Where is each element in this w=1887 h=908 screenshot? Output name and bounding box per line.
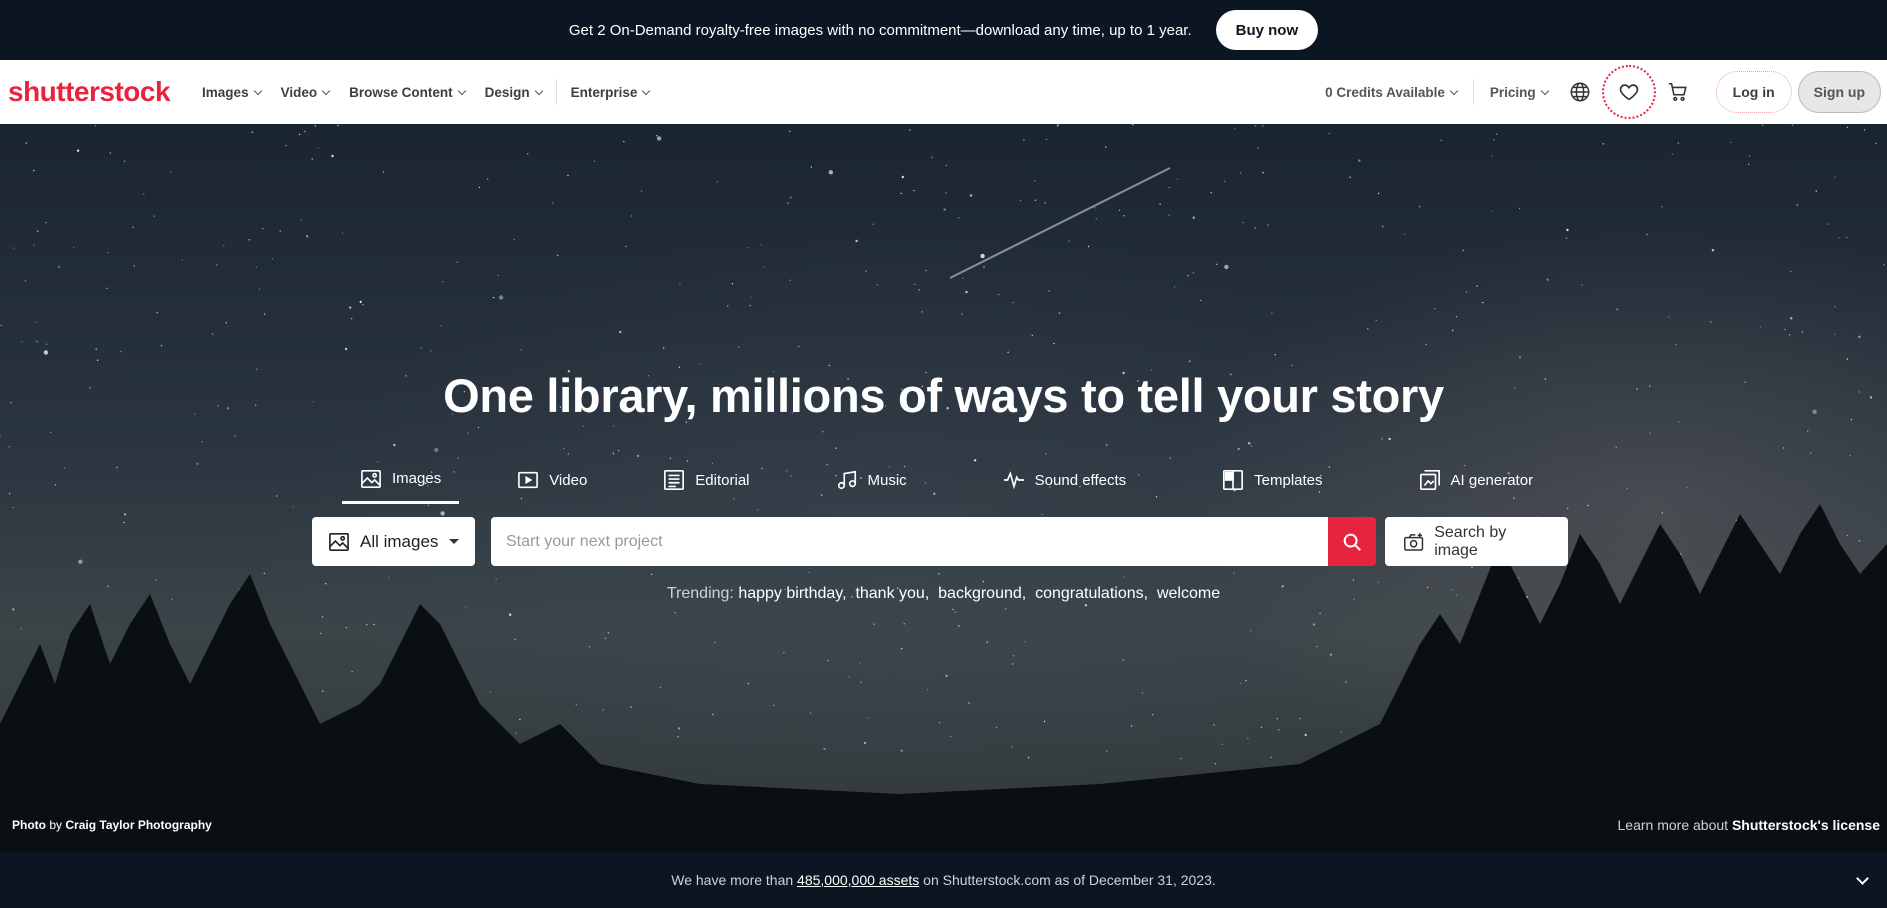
language-button[interactable] [1560, 72, 1600, 112]
waveform-icon [1003, 471, 1024, 490]
license-info: Learn more about Shutterstock's license [1617, 817, 1880, 833]
globe-icon [1570, 82, 1590, 102]
caret-down-icon [449, 539, 459, 544]
ai-generator-icon [1419, 470, 1440, 490]
chevron-down-icon [534, 86, 543, 95]
trending-link[interactable]: happy birthday, [738, 585, 846, 602]
license-link[interactable]: Shutterstock's license [1732, 817, 1880, 833]
image-icon [361, 469, 381, 488]
camera-plus-icon [1404, 532, 1424, 551]
trending-label: Trending: [666, 585, 734, 602]
trending-link[interactable]: welcome [1157, 585, 1220, 602]
hero-title: One library, millions of ways to tell yo… [443, 369, 1444, 422]
heart-icon [1619, 84, 1638, 101]
tab-sound-effects[interactable]: Sound effects [985, 456, 1144, 504]
header-right: 0 Credits Available Pricing Log in Sign … [1313, 60, 1887, 124]
buy-now-button[interactable]: Buy now [1215, 10, 1319, 50]
video-icon [518, 471, 539, 489]
cart-icon [1668, 82, 1687, 102]
search-icon [1343, 533, 1361, 551]
chevron-down-icon[interactable] [1856, 872, 1869, 885]
nav-design[interactable]: Design [475, 60, 552, 124]
pricing-dropdown[interactable]: Pricing [1478, 85, 1560, 100]
trending-searches: Trending: happy birthday, thank you, bac… [0, 585, 1887, 603]
photo-credit: Photo by Craig Taylor Photography [12, 818, 212, 832]
nav-video[interactable]: Video [271, 60, 340, 124]
promo-banner: Get 2 On-Demand royalty-free images with… [0, 0, 1887, 60]
header-divider [1472, 79, 1474, 105]
music-note-icon [837, 470, 856, 490]
tab-images[interactable]: Images [342, 456, 460, 504]
template-icon [1223, 470, 1244, 490]
nav-browse-content[interactable]: Browse Content [339, 60, 475, 124]
chevron-down-icon [457, 86, 466, 95]
trending-link[interactable]: background, [938, 585, 1026, 602]
cart-button[interactable] [1658, 72, 1698, 112]
promo-text: Get 2 On-Demand royalty-free images with… [568, 21, 1192, 39]
photographer-link[interactable]: Craig Taylor Photography [65, 818, 211, 832]
tab-templates[interactable]: Templates [1204, 456, 1340, 504]
chevron-down-icon [1540, 86, 1549, 95]
chevron-down-icon [253, 86, 262, 95]
favorites-button[interactable] [1601, 65, 1656, 119]
chevron-down-icon [321, 86, 331, 95]
nav-enterprise[interactable]: Enterprise [561, 60, 660, 124]
header: shutterstock Images Video Browse Content… [0, 60, 1887, 124]
hero-section: One library, millions of ways to tell yo… [0, 124, 1887, 852]
shutterstock-logo[interactable]: shutterstock [8, 76, 171, 108]
search-row: All images Search by image [312, 517, 1568, 566]
asset-count-bar: We have more than 485,000,000 assets on … [0, 852, 1887, 908]
tab-video[interactable]: Video [499, 456, 605, 504]
trending-link[interactable]: thank you, [855, 585, 929, 602]
search-input[interactable] [491, 517, 1328, 566]
trending-link[interactable]: congratulations, [1035, 585, 1148, 602]
asset-type-select[interactable]: All images [312, 517, 475, 566]
chevron-down-icon [1449, 86, 1459, 95]
search-button[interactable] [1328, 517, 1376, 566]
tab-ai-generator[interactable]: AI generator [1401, 456, 1552, 504]
media-type-tabs: Images Video Editorial Music Sound effec… [342, 456, 1551, 516]
editorial-icon [664, 470, 685, 490]
main-nav: Images Video Browse Content Design Enter… [192, 60, 659, 124]
image-icon [329, 532, 349, 551]
asset-count-link[interactable]: 485,000,000 assets [797, 872, 919, 888]
signup-button[interactable]: Sign up [1797, 71, 1881, 113]
tab-editorial[interactable]: Editorial [645, 456, 767, 504]
nav-images[interactable]: Images [192, 60, 271, 124]
login-button[interactable]: Log in [1715, 71, 1792, 113]
search-by-image-button[interactable]: Search by image [1385, 517, 1568, 566]
tab-music[interactable]: Music [818, 456, 925, 504]
credits-dropdown[interactable]: 0 Credits Available [1313, 85, 1469, 100]
nav-divider [555, 79, 557, 105]
search-box [491, 517, 1328, 566]
chevron-down-icon [642, 86, 651, 95]
